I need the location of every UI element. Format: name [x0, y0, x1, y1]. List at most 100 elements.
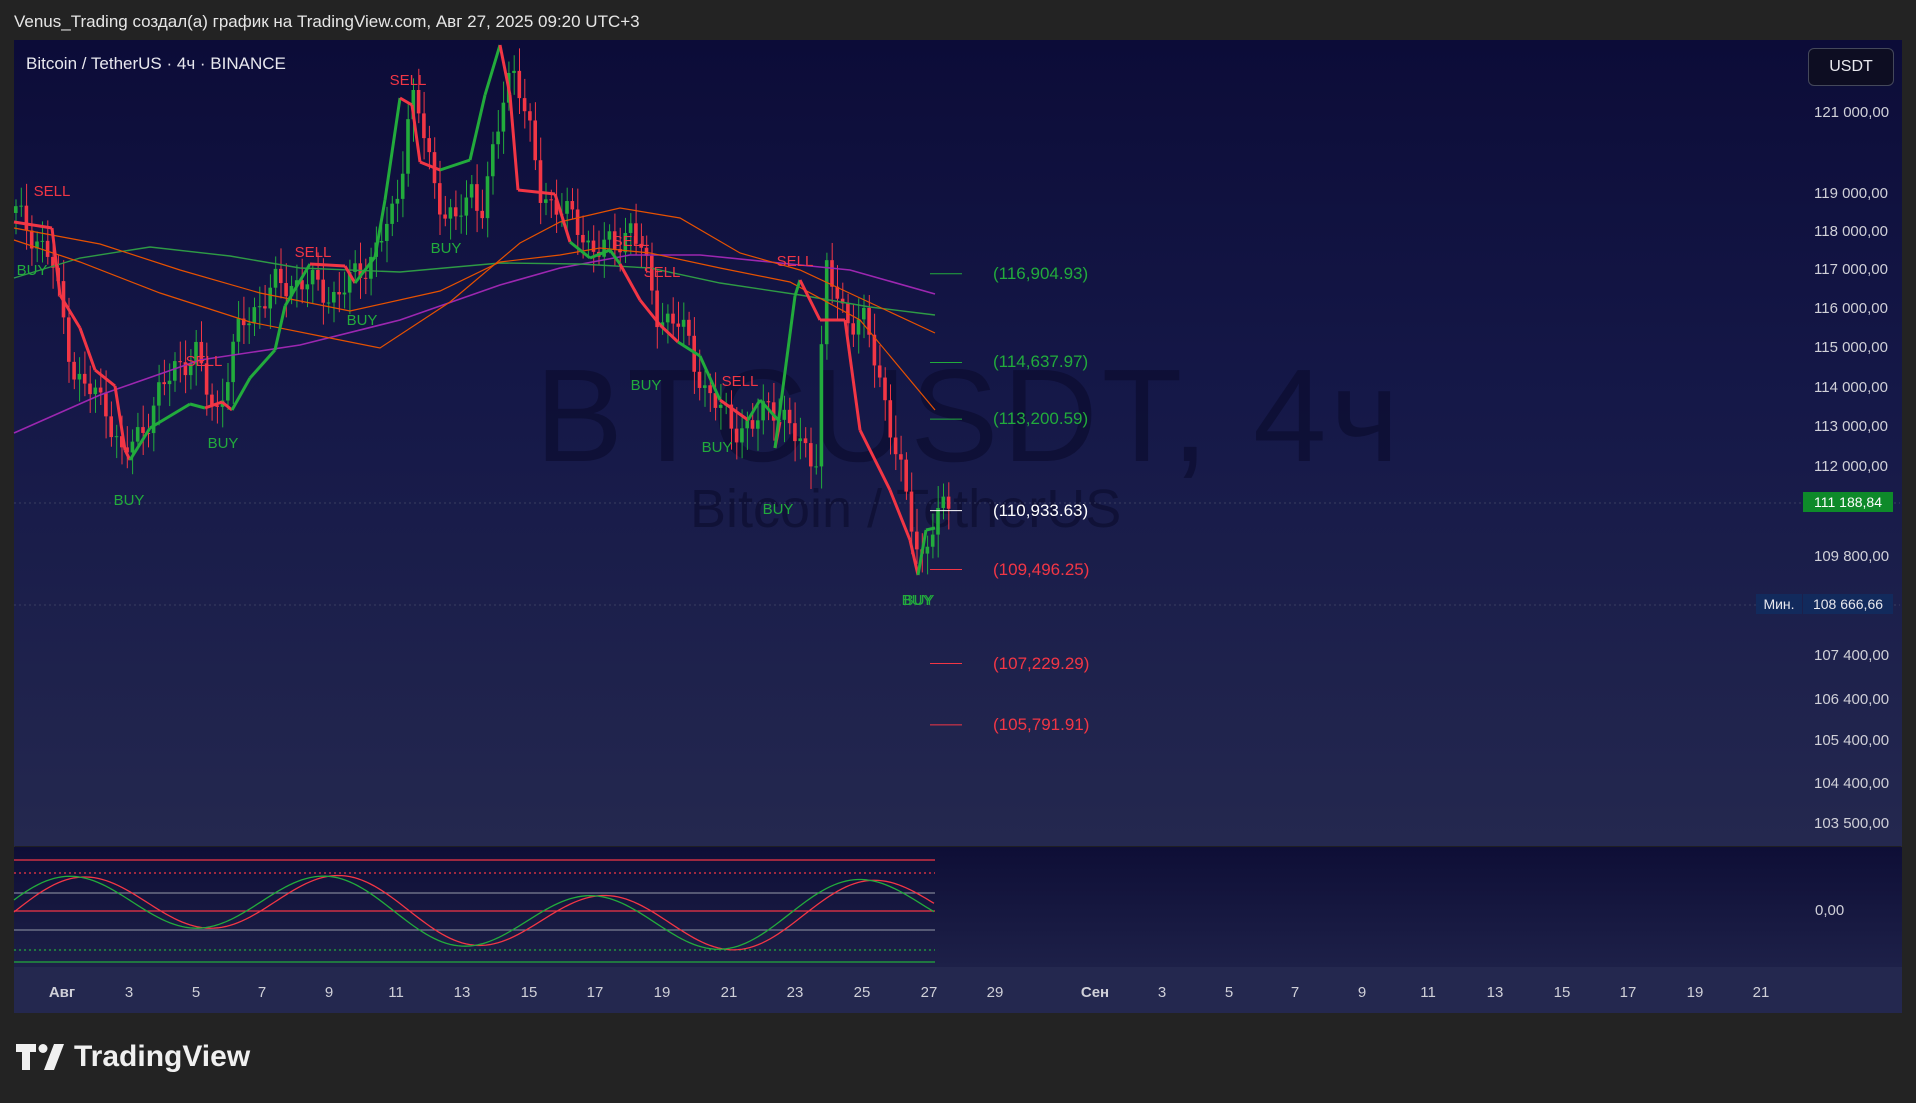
candle-body: [830, 260, 834, 287]
sell-signal-label: SELL: [721, 373, 759, 390]
supertrend-line: [719, 398, 749, 422]
candle-body: [485, 176, 490, 219]
candle-body: [517, 70, 522, 99]
symbol-info[interactable]: Bitcoin / TetherUS · 4ч · BINANCE: [26, 54, 286, 74]
supertrend-line: [888, 489, 912, 541]
candle-body: [718, 404, 723, 408]
supertrend-line: [273, 305, 287, 351]
price-axis-label: 121 000,00: [1814, 104, 1890, 121]
supertrend-line: [309, 262, 346, 268]
price-axis-label: 113 000,00: [1814, 418, 1888, 435]
candle-body: [909, 491, 914, 532]
price-axis-label: 115 000,00: [1814, 339, 1888, 356]
candle-body: [135, 427, 140, 442]
supertrend-line: [517, 188, 556, 196]
candle-body: [88, 383, 92, 395]
currency-button[interactable]: USDT: [1808, 48, 1894, 86]
supertrend-line: [78, 327, 97, 371]
candle-body: [273, 268, 278, 288]
buy-signal-label: BUY: [762, 501, 794, 518]
price-axis-label: 118 000,00: [1814, 223, 1888, 240]
candle-body: [231, 341, 235, 383]
time-axis-label: Авг: [48, 984, 76, 1001]
candle-body: [279, 268, 283, 284]
candle-body: [814, 466, 818, 468]
oscillator-k-line: [13, 874, 935, 951]
price-axis-label: 112 000,00: [1814, 458, 1888, 475]
candle-body: [538, 160, 543, 203]
candle-body: [475, 184, 479, 211]
candle-body: [385, 223, 389, 241]
ma-orange-line: [13, 207, 936, 349]
candle-body: [448, 207, 453, 219]
buy-signal-label: BUY: [701, 439, 733, 456]
candle-body: [141, 427, 145, 433]
supertrend-line: [618, 263, 642, 301]
candle-body: [406, 119, 410, 174]
time-axis-label: 19: [653, 984, 671, 1001]
candle-body: [904, 459, 908, 492]
time-axis-label: 9: [324, 984, 334, 1001]
candle-body: [252, 307, 257, 324]
osc-axis-label: 0,00: [1815, 902, 1845, 919]
buy-signal-label: BUY: [346, 312, 378, 329]
candle-body: [893, 437, 898, 455]
target-level-label: (116,904.93): [993, 263, 1089, 283]
candle-body: [491, 144, 495, 177]
candle-body: [332, 291, 336, 303]
candle-body: [787, 409, 792, 424]
candle-body: [395, 198, 400, 204]
candle-body: [400, 173, 405, 199]
price-axis-label: 114 000,00: [1814, 379, 1888, 396]
candle-body: [570, 201, 575, 210]
candle-body: [549, 199, 553, 201]
candle-body: [379, 240, 384, 243]
candle-body: [703, 385, 707, 388]
target-level-label: (110,933.63): [993, 500, 1089, 520]
price-axis-label: 104 400,00: [1814, 775, 1890, 792]
candle-body: [697, 371, 702, 388]
time-axis-label: 25: [853, 984, 871, 1001]
candle-body: [438, 183, 442, 215]
candle-body: [819, 344, 824, 467]
time-axis-label: 13: [1486, 984, 1504, 1001]
candle-body: [936, 507, 940, 535]
candle-body: [941, 496, 946, 508]
supertrend-line: [230, 377, 252, 411]
candle-body: [575, 209, 580, 235]
candle-body: [607, 231, 612, 240]
time-axis-label: 7: [257, 984, 267, 1001]
time-axis-label: 27: [920, 984, 938, 1001]
price-axis-label: 119 000,00: [1814, 185, 1888, 202]
supertrend-line: [858, 429, 892, 491]
tradingview-logo[interactable]: TradingView: [16, 1040, 250, 1074]
sell-signal-label: SELL: [612, 233, 650, 250]
supertrend-line: [248, 349, 277, 379]
buy-signal-label: BUY: [113, 492, 145, 509]
target-level-label: (113,200.59): [993, 409, 1089, 429]
candle-body: [93, 387, 98, 395]
candle-body: [586, 240, 590, 243]
candle-body: [422, 113, 426, 139]
candle-body: [173, 361, 177, 381]
candle-body: [427, 138, 431, 153]
candle-body: [512, 70, 516, 73]
candle-body: [263, 306, 267, 309]
time-axis-label: 3: [1157, 984, 1167, 1001]
supertrend-line: [843, 319, 862, 431]
sell-signal-label: SELL: [33, 183, 71, 200]
candle-body: [236, 318, 241, 342]
candle-body: [45, 240, 50, 257]
candle-body: [533, 120, 537, 161]
candle-body: [856, 319, 861, 335]
candle-body: [130, 441, 135, 453]
time-axis-label: 5: [191, 984, 201, 1001]
candle-body: [756, 420, 760, 429]
candle-body: [14, 206, 18, 213]
candle-body: [915, 531, 919, 550]
min-price-badge: 108 666,66: [1803, 594, 1893, 614]
candle-body: [883, 377, 887, 401]
candle-body: [676, 323, 681, 327]
candle-body: [522, 98, 527, 112]
candle-body: [708, 385, 712, 394]
